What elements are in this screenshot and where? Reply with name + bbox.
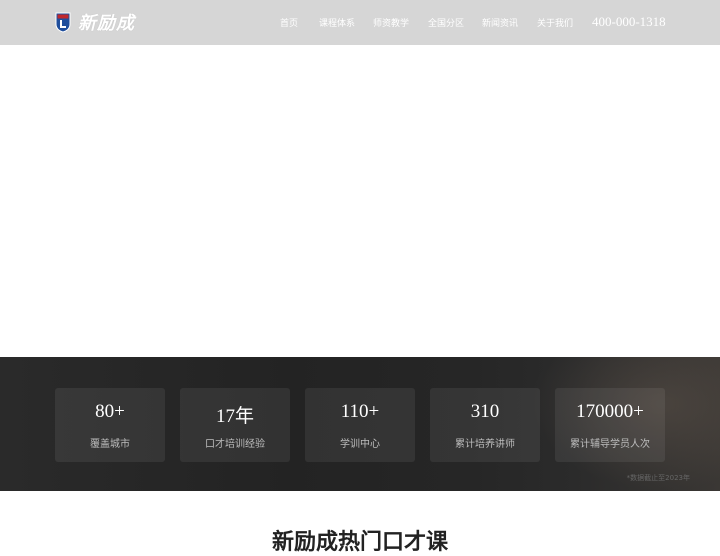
site-header: 新励成 首页 课程体系 师资教学 全国分区 新闻资讯 关于我们 400-000-… [0,0,720,45]
nav-news[interactable]: 新闻资讯 [482,16,518,29]
nav-courses[interactable]: 课程体系 [319,16,355,29]
stats-section: 80+ 覆盖城市 17年 口才培训经验 110+ 学训中心 310 累计培养讲师… [0,357,720,491]
stat-label: 口才培训经验 [205,439,265,450]
stat-label: 累计培养讲师 [455,439,515,450]
phone-number[interactable]: 400-000-1318 [592,14,666,30]
stat-card-experience: 17年 口才培训经验 [180,388,290,462]
stat-card-cities: 80+ 覆盖城市 [55,388,165,462]
stat-value: 17年 [215,406,254,427]
nav-regions[interactable]: 全国分区 [428,16,464,29]
stat-value: 110+ [340,401,380,422]
stat-card-students: 170000+ 累计辅导学员人次 [555,388,665,462]
stats-footnote: *数据截止至2023年 [626,474,690,482]
hero-banner [0,45,720,357]
stat-value: 310 [470,401,500,422]
nav-teachers[interactable]: 师资教学 [373,16,409,29]
stat-value: 80+ [95,401,125,422]
section-title: 新励成热门口才课 [271,530,448,555]
stat-value: 170000+ [576,401,644,422]
stat-label: 学训中心 [340,439,380,450]
stat-card-centers: 110+ 学训中心 [305,388,415,462]
nav-about[interactable]: 关于我们 [537,16,573,29]
stat-label: 覆盖城市 [90,439,130,450]
nav-home[interactable]: 首页 [280,16,298,29]
stat-label: 累计辅导学员人次 [570,439,650,450]
stat-card-lecturers: 310 累计培养讲师 [430,388,540,462]
